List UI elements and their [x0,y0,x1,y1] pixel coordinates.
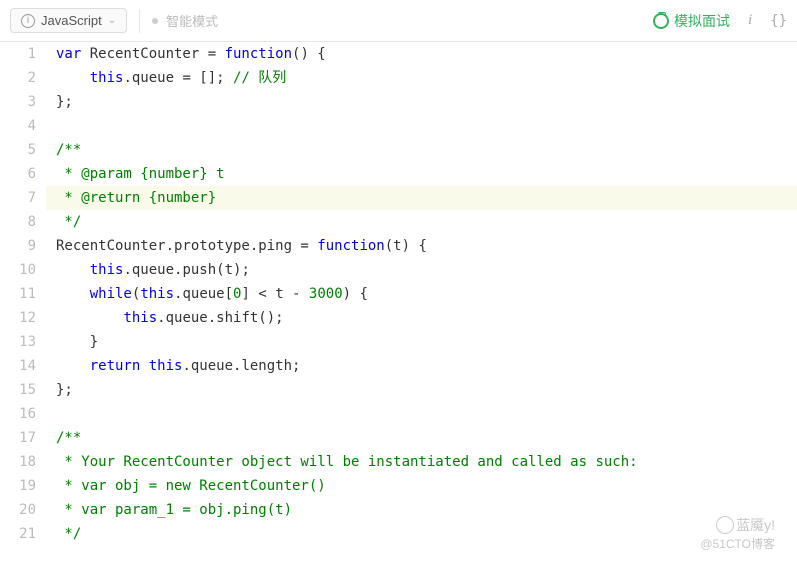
line-number: 16 [0,402,36,426]
mock-interview-button[interactable]: 模拟面试 [653,11,730,31]
code-line[interactable]: */ [56,210,797,234]
code-line[interactable]: */ [56,522,797,546]
language-selector[interactable]: i JavaScript ⌄ [10,8,127,33]
code-line[interactable]: * var obj = new RecentCounter() [56,474,797,498]
code-line[interactable] [56,114,797,138]
line-number: 4 [0,114,36,138]
clock-icon [653,13,669,29]
line-number: 11 [0,282,36,306]
code-line[interactable]: * var param_1 = obj.ping(t) [56,498,797,522]
line-number: 12 [0,306,36,330]
line-number: 1 [0,42,36,66]
mode-indicator[interactable]: 智能模式 [152,11,218,30]
code-line[interactable]: var RecentCounter = function() { [56,42,797,66]
code-line[interactable]: this.queue = []; // 队列 [56,66,797,90]
line-number: 3 [0,90,36,114]
line-number: 17 [0,426,36,450]
line-number: 13 [0,330,36,354]
code-line[interactable]: while(this.queue[0] < t - 3000) { [56,282,797,306]
line-number: 14 [0,354,36,378]
line-number: 7 [0,186,36,210]
code-line[interactable]: this.queue.push(t); [56,258,797,282]
line-number: 19 [0,474,36,498]
line-number: 6 [0,162,36,186]
status-dot-icon [152,18,158,24]
toolbar-right: 模拟面试 i {} [653,11,787,31]
line-number: 8 [0,210,36,234]
code-line[interactable]: }; [56,90,797,114]
code-line[interactable]: /** [56,138,797,162]
line-number: 9 [0,234,36,258]
line-number: 5 [0,138,36,162]
line-number: 20 [0,498,36,522]
line-gutter: 123456789101112131415161718192021 [0,42,46,546]
line-number: 15 [0,378,36,402]
toolbar: i JavaScript ⌄ 智能模式 模拟面试 i {} [0,0,797,42]
divider [139,9,140,33]
line-number: 10 [0,258,36,282]
code-line[interactable]: * Your RecentCounter object will be inst… [56,450,797,474]
code-area[interactable]: var RecentCounter = function() { this.qu… [46,42,797,546]
code-line[interactable]: RecentCounter.prototype.ping = function(… [56,234,797,258]
code-line[interactable]: return this.queue.length; [56,354,797,378]
line-number: 18 [0,450,36,474]
code-line[interactable]: * @param {number} t [56,162,797,186]
language-label: JavaScript [41,13,102,28]
code-line[interactable] [56,402,797,426]
mock-interview-label: 模拟面试 [674,11,730,31]
line-number: 2 [0,66,36,90]
info-button[interactable]: i [748,12,752,29]
format-button[interactable]: {} [770,13,787,29]
chevron-down-icon: ⌄ [108,15,116,26]
code-line[interactable]: } [56,330,797,354]
info-icon: i [21,14,35,28]
code-line[interactable]: * @return {number} [46,186,797,210]
line-number: 21 [0,522,36,546]
code-line[interactable]: }; [56,378,797,402]
mode-label: 智能模式 [166,11,218,30]
code-line[interactable]: this.queue.shift(); [56,306,797,330]
code-editor[interactable]: 123456789101112131415161718192021 var Re… [0,42,797,546]
code-line[interactable]: /** [56,426,797,450]
